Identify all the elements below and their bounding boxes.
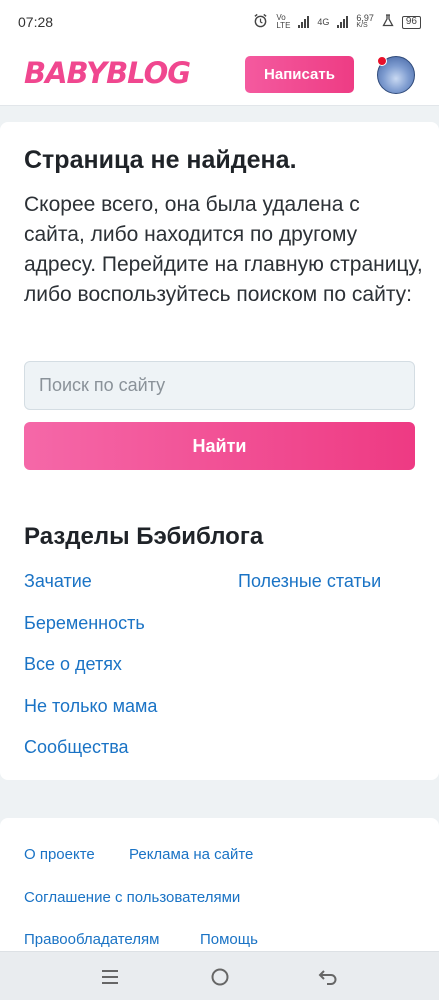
section-link-communities[interactable]: Сообщества [24,737,129,758]
sections-title: Разделы Бэбиблога [24,523,264,550]
not-found-description: Скорее всего, она была удалена с сайта, … [24,193,423,306]
alarm-icon [253,13,268,31]
site-footer: О проекте Реклама на сайте Соглашение с … [0,818,439,958]
page-title: Страница не найдена. [24,146,297,174]
home-icon[interactable] [200,962,240,992]
site-header: BABYBLOG Написать [0,44,439,106]
speed-unit: K/S [356,22,368,29]
back-icon[interactable] [308,962,348,992]
footer-link-advertising[interactable]: Реклама на сайте [129,846,253,863]
footer-link-about[interactable]: О проекте [24,846,95,863]
system-nav-bar [0,951,439,1000]
footer-link-copyright[interactable]: Правообладателям [24,931,159,948]
signal-icon-2 [337,16,349,28]
notification-dot [377,56,387,66]
search-button[interactable]: Найти [24,422,415,470]
flask-icon [382,14,394,30]
search-input[interactable] [24,361,415,410]
section-link-not-only-mom[interactable]: Не только мама [24,696,157,717]
status-icons: Vo LTE 4G 6,97 K/S 96 [253,13,421,31]
menu-icon[interactable] [90,962,130,992]
footer-link-help[interactable]: Помощь [200,931,258,948]
not-found-card: Страница не найдена. Скорее всего, она б… [0,122,439,780]
section-link-useful-articles[interactable]: Полезные статьи [238,571,381,592]
write-button[interactable]: Написать [245,56,354,93]
signal-icon [298,16,310,28]
status-time: 07:28 [18,14,54,30]
section-link-about-children[interactable]: Все о детях [24,654,122,675]
section-link-conception[interactable]: Зачатие [24,571,92,592]
battery-level: 96 [405,15,417,27]
speed-value: 6,97 [356,13,374,23]
battery-icon: 96 [401,15,421,29]
network-4g-label: 4G [317,17,330,27]
babyblog-logo[interactable]: BABYBLOG [24,56,191,90]
footer-link-agreement[interactable]: Соглашение с пользователями [24,889,240,906]
section-link-pregnancy[interactable]: Беременность [24,613,145,634]
speed-indicator: 6,97 K/S [356,14,374,30]
volte-label: Vo LTE [276,13,291,30]
status-bar: 07:28 Vo LTE 4G 6,97 K/S 96 [0,0,439,44]
